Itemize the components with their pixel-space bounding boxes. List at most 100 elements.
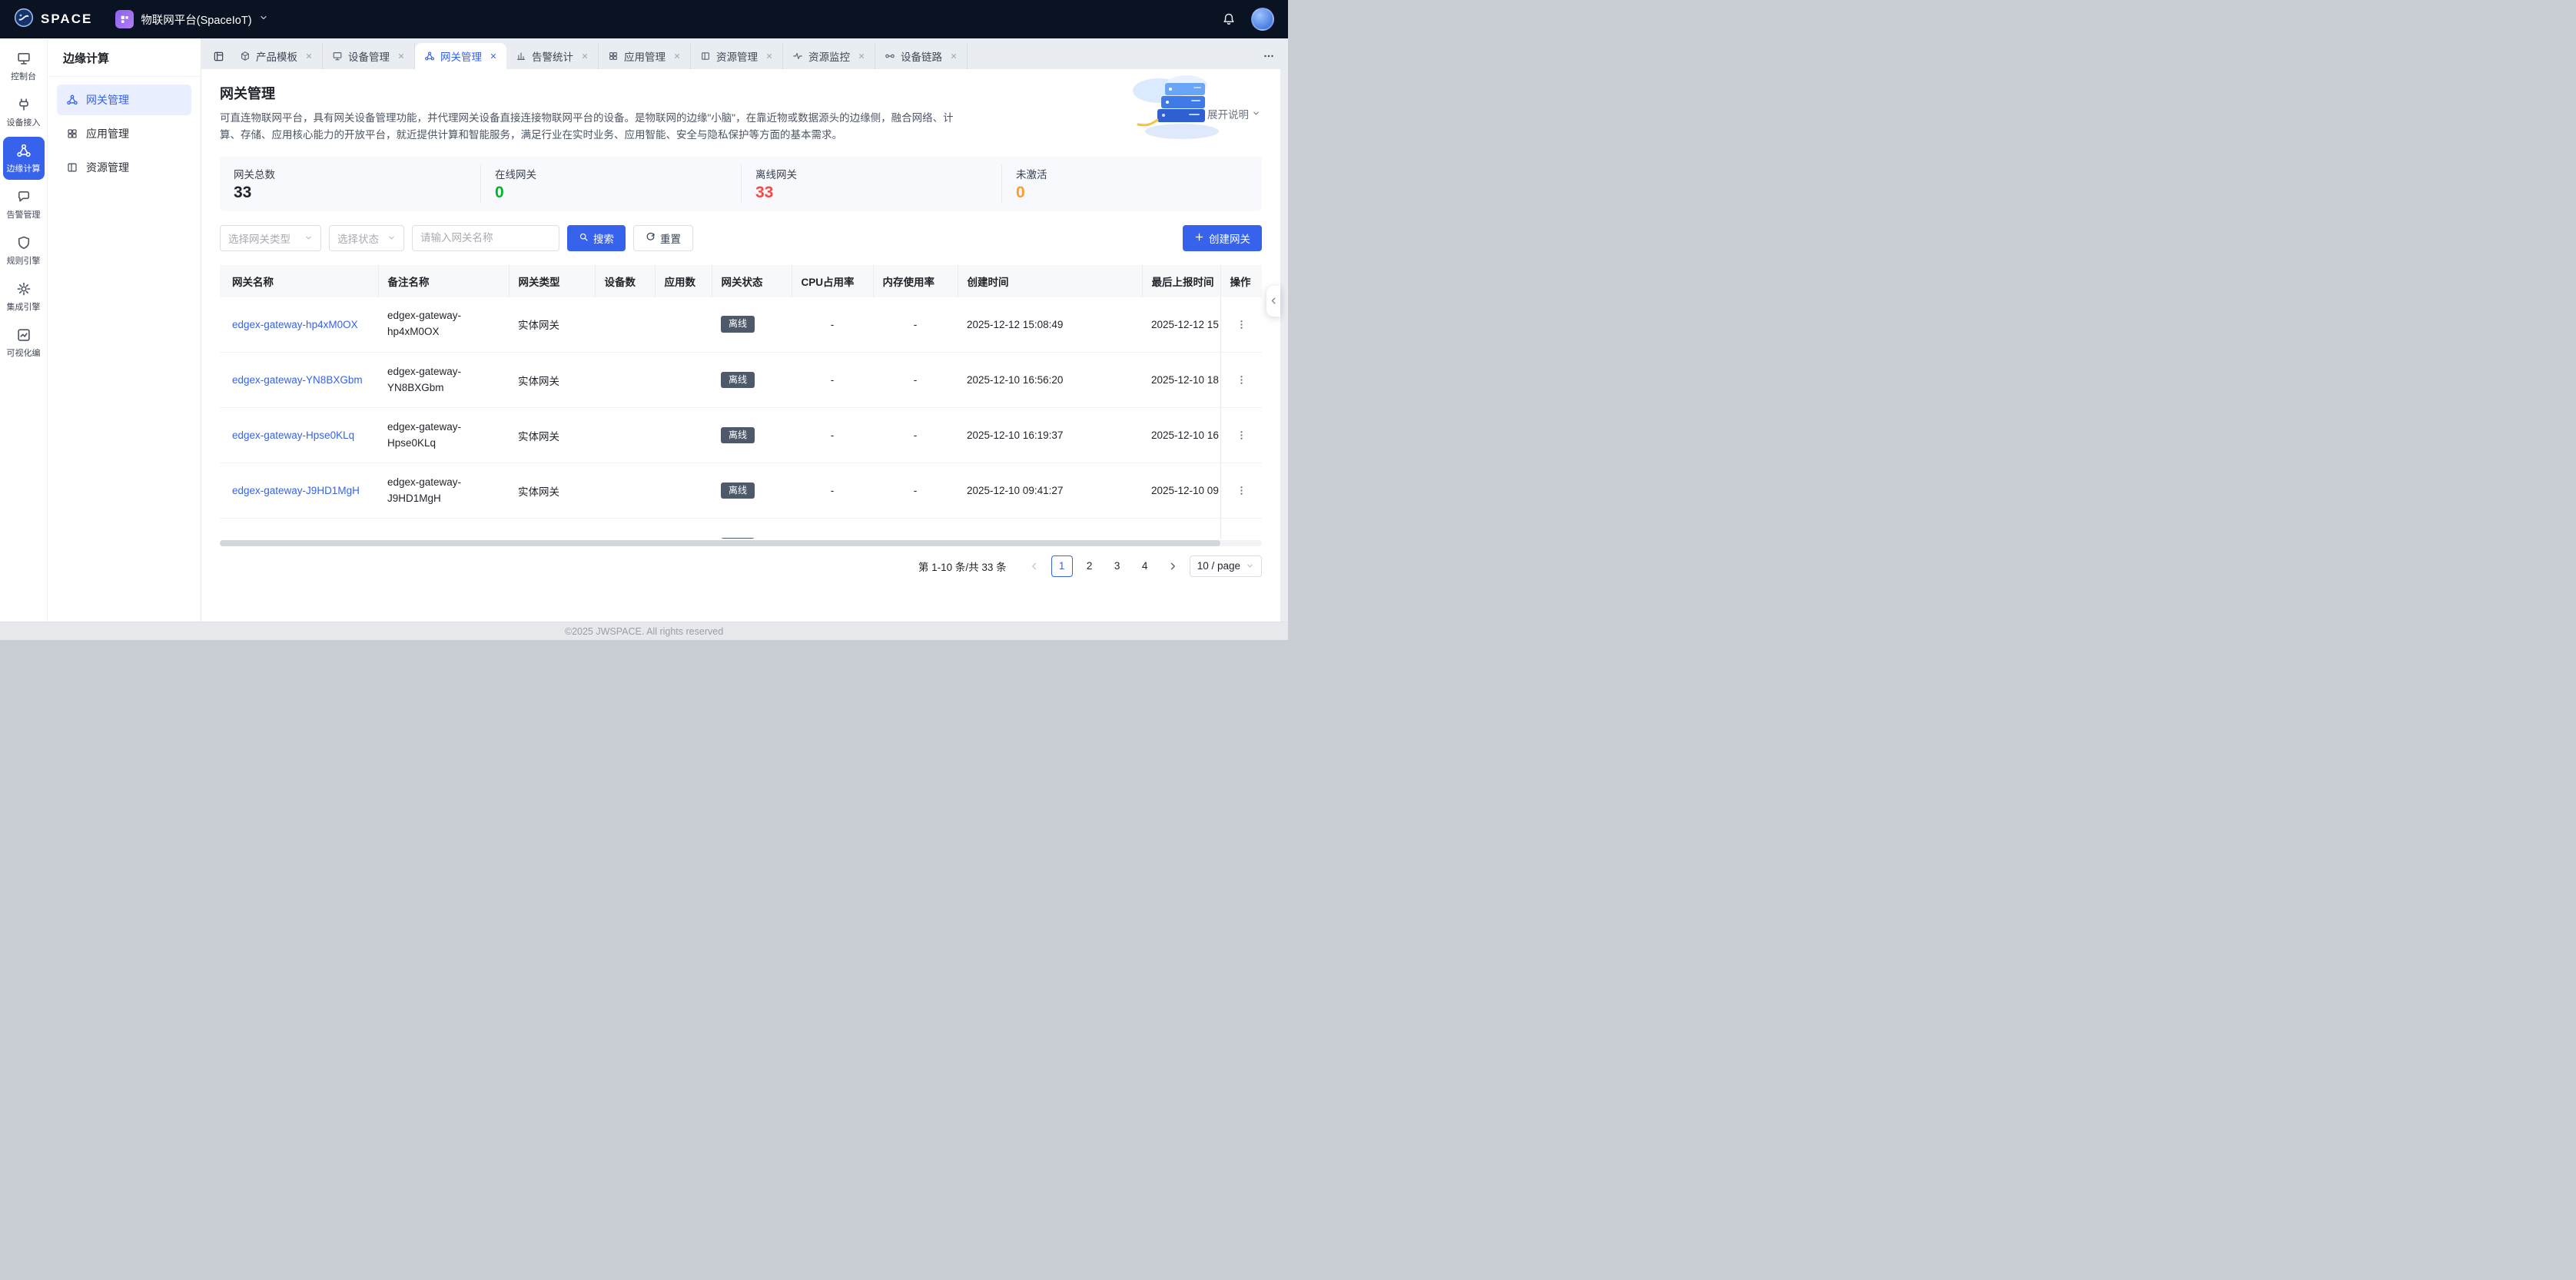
row-actions-kebab-icon[interactable] [1233, 316, 1250, 333]
tab-product-template[interactable]: 产品模板 [231, 43, 323, 69]
memory-usage: - [914, 429, 918, 441]
close-icon[interactable] [765, 52, 773, 60]
gateway-remark: edgex-gateway-J9HD1MgH [387, 475, 480, 507]
column-header-status: 网关状态 [712, 265, 792, 297]
tabs-list-icon[interactable] [206, 43, 231, 69]
tab-resource-management[interactable]: 资源管理 [691, 43, 783, 69]
gateway-name-link[interactable]: edgex-gateway-Hpse0KLq [232, 429, 354, 441]
gateway-type: 实体网关 [518, 320, 559, 331]
page-number-3[interactable]: 3 [1107, 555, 1128, 577]
last-report-time: 2025-12-10 16 [1151, 429, 1219, 441]
gateway-name-link[interactable]: edgex-gateway-hp4xM0OX [232, 319, 358, 330]
tab-device-management[interactable]: 设备管理 [323, 43, 415, 69]
status-select[interactable]: 选择状态 [329, 225, 404, 251]
next-page-icon[interactable] [1162, 555, 1183, 577]
user-avatar[interactable] [1251, 8, 1274, 31]
close-icon[interactable] [490, 52, 497, 60]
stat-total-gateways: 网关总数 33 [220, 164, 480, 204]
chevron-down-icon [304, 234, 313, 242]
rail-item-visualization[interactable]: 可视化编 [3, 321, 45, 364]
gateway-type: 实体网关 [518, 486, 559, 498]
chevron-down-icon [259, 13, 268, 25]
sidebar-item-resource-management[interactable]: 资源管理 [57, 152, 191, 183]
stat-value: 0 [495, 184, 727, 202]
create-gateway-button[interactable]: 创建网关 [1183, 225, 1262, 251]
collapse-panel-handle[interactable] [1266, 286, 1280, 317]
page-number-4[interactable]: 4 [1134, 555, 1156, 577]
rail-item-label: 可视化编 [7, 347, 41, 359]
cpu-usage: - [831, 429, 835, 441]
tab-gateway-management[interactable]: 网关管理 [415, 43, 506, 69]
rail-item-label: 边缘计算 [7, 162, 41, 174]
stats-bar: 网关总数 33 在线网关 0 离线网关 33 未激活 0 [220, 157, 1262, 211]
column-header-created: 创建时间 [958, 265, 1142, 297]
more-tabs-icon[interactable] [1257, 43, 1280, 69]
gateway-type-select[interactable]: 选择网关类型 [220, 225, 321, 251]
row-actions-kebab-icon[interactable] [1233, 482, 1250, 499]
gateway-name-link[interactable]: edgex-gateway-YN8BXGbm [232, 374, 363, 386]
sidebar-title: 边缘计算 [48, 38, 201, 77]
page-number-2[interactable]: 2 [1079, 555, 1100, 577]
rail-item-label: 集成引擎 [7, 300, 41, 313]
last-report-time: 2025-12-12 15 [1151, 319, 1219, 330]
table-row: edgex-gateway-Hpse0KLq edgex-gateway-Hps… [220, 408, 1262, 463]
rail-item-integration-engine[interactable]: 集成引擎 [3, 275, 45, 318]
workspace-selector[interactable]: 物联网平台(SpaceIoT) [115, 10, 267, 28]
tab-device-link[interactable]: 设备链路 [875, 43, 968, 69]
gateway-name-input[interactable] [412, 225, 559, 251]
page-number-1[interactable]: 1 [1051, 555, 1073, 577]
sidebar-item-label: 应用管理 [86, 126, 129, 141]
topbar: SPACE 物联网平台(SpaceIoT) [0, 0, 1288, 38]
rail-item-console[interactable]: 控制台 [3, 45, 45, 88]
sidebar-item-gateway-management[interactable]: 网关管理 [57, 85, 191, 115]
sidebar-item-app-management[interactable]: 应用管理 [57, 118, 191, 149]
scrollbar-thumb[interactable] [220, 540, 1220, 546]
row-actions-kebab-icon[interactable] [1233, 371, 1250, 389]
close-icon[interactable] [397, 52, 405, 60]
gateway-remark: edgex-gateway-Hpse0KLq [387, 419, 480, 452]
chevron-down-icon [1252, 108, 1260, 120]
stat-inactive-gateways: 未激活 0 [1001, 164, 1262, 204]
column-header-last-report: 最后上报时间 [1142, 265, 1220, 297]
rail-item-edge-computing[interactable]: 边缘计算 [3, 137, 45, 180]
rail-item-label: 控制台 [11, 70, 36, 82]
topbar-actions [1222, 8, 1274, 31]
search-button[interactable]: 搜索 [567, 225, 626, 251]
search-button-label: 搜索 [593, 230, 614, 246]
rail-item-device-access[interactable]: 设备接入 [3, 91, 45, 134]
status-badge: 离线 [721, 427, 755, 444]
expand-description-link[interactable]: 展开说明 [1207, 106, 1260, 121]
status-badge: 离线 [721, 482, 755, 499]
workspace-icon [115, 10, 134, 28]
memory-usage: - [914, 374, 918, 386]
tab-resource-monitor[interactable]: 资源监控 [783, 43, 875, 69]
close-icon[interactable] [581, 52, 589, 60]
memory-usage: - [914, 485, 918, 496]
gateway-name-link[interactable]: edgex-gateway-J9HD1MgH [232, 485, 360, 496]
page-size-select[interactable]: 10 / page [1190, 555, 1262, 577]
pagination: 第 1-10 条/共 33 条 1 2 3 4 10 / page [220, 555, 1262, 588]
close-icon[interactable] [950, 52, 958, 60]
column-header-actions: 操作 [1220, 265, 1262, 297]
rail-item-label: 规则引擎 [7, 254, 41, 267]
close-icon[interactable] [858, 52, 865, 60]
close-icon[interactable] [305, 52, 313, 60]
notification-bell-icon[interactable] [1222, 12, 1236, 26]
row-actions-kebab-icon[interactable] [1233, 426, 1250, 444]
tab-label: 应用管理 [624, 48, 666, 64]
rail-item-alarm-management[interactable]: 告警管理 [3, 183, 45, 226]
gateway-type-placeholder: 选择网关类型 [228, 230, 290, 246]
tab-alarm-statistics[interactable]: 告警统计 [506, 43, 599, 69]
created-time: 2025-12-10 16:56:20 [967, 374, 1063, 386]
tab-app-management[interactable]: 应用管理 [599, 43, 691, 69]
search-icon [579, 232, 589, 244]
gateway-remark: edgex-gateway-hp4xM0OX [387, 308, 480, 340]
reset-button[interactable]: 重置 [633, 225, 693, 251]
rail-item-rule-engine[interactable]: 规则引擎 [3, 229, 45, 272]
chevron-down-icon [1246, 562, 1254, 570]
resource-management-icon [66, 161, 78, 174]
close-icon[interactable] [673, 52, 681, 60]
column-header-devices: 设备数 [595, 265, 655, 297]
previous-page-icon[interactable] [1024, 555, 1045, 577]
tab-label: 设备管理 [348, 48, 390, 64]
